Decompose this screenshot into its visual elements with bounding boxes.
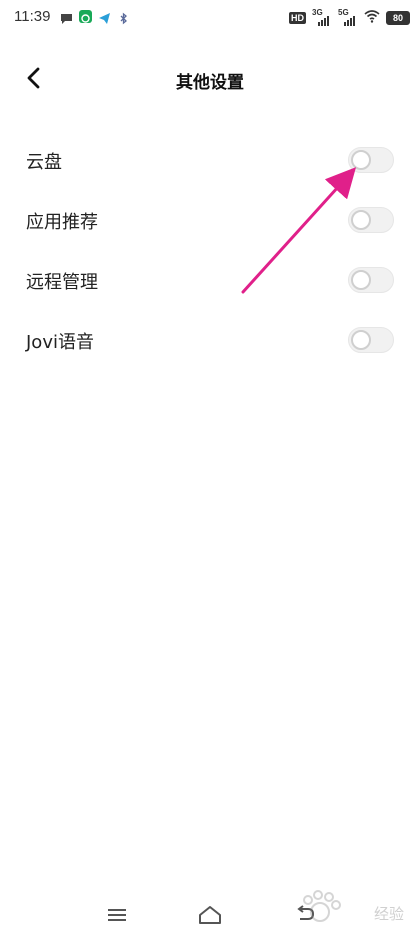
wifi-icon <box>364 8 380 27</box>
cloud-drive-toggle[interactable] <box>348 147 394 173</box>
setting-row-cloud-drive: 云盘 <box>0 130 420 190</box>
paw-logo-icon <box>303 890 341 922</box>
toggle-knob <box>351 270 371 290</box>
bluetooth-icon <box>117 10 130 25</box>
setting-label: 云盘 <box>26 152 62 173</box>
setting-label: 远程管理 <box>26 272 98 293</box>
toggle-knob <box>351 330 371 350</box>
home-button[interactable] <box>195 902 225 932</box>
telegram-icon <box>98 10 111 24</box>
settings-list: 云盘 应用推荐 远程管理 Jovi语音 <box>0 130 420 370</box>
setting-row-remote-management: 远程管理 <box>0 250 420 310</box>
status-bar: 11:39 HD 3G 5G 80 <box>0 0 420 34</box>
home-icon <box>198 905 222 929</box>
jovi-voice-toggle[interactable] <box>348 327 394 353</box>
signal-3g-icon: 3G <box>312 8 332 26</box>
notification-icons <box>60 10 130 25</box>
status-indicators: HD 3G 5G 80 <box>289 8 410 27</box>
remote-management-toggle[interactable] <box>348 267 394 293</box>
signal-5g-icon: 5G <box>338 8 358 26</box>
watermark-text: 经验 <box>373 905 404 923</box>
toggle-knob <box>351 150 371 170</box>
page-title: 其他设置 <box>176 73 244 93</box>
setting-label: Jovi语音 <box>26 332 94 353</box>
setting-label: 应用推荐 <box>26 212 98 233</box>
top-app-bar: 其他设置 <box>0 58 420 102</box>
status-time: 11:39 <box>14 8 51 25</box>
app-recommend-toggle[interactable] <box>348 207 394 233</box>
chat-bubble-icon <box>60 10 73 24</box>
wechat-icon <box>79 10 92 23</box>
battery-icon: 80 <box>386 10 410 25</box>
watermark: 经验 <box>290 890 410 930</box>
toggle-knob <box>351 210 371 230</box>
menu-button[interactable] <box>102 902 132 932</box>
setting-row-jovi-voice: Jovi语音 <box>0 310 420 370</box>
menu-icon <box>107 907 127 927</box>
setting-row-app-recommend: 应用推荐 <box>0 190 420 250</box>
hd-voice-badge: HD <box>289 11 306 24</box>
